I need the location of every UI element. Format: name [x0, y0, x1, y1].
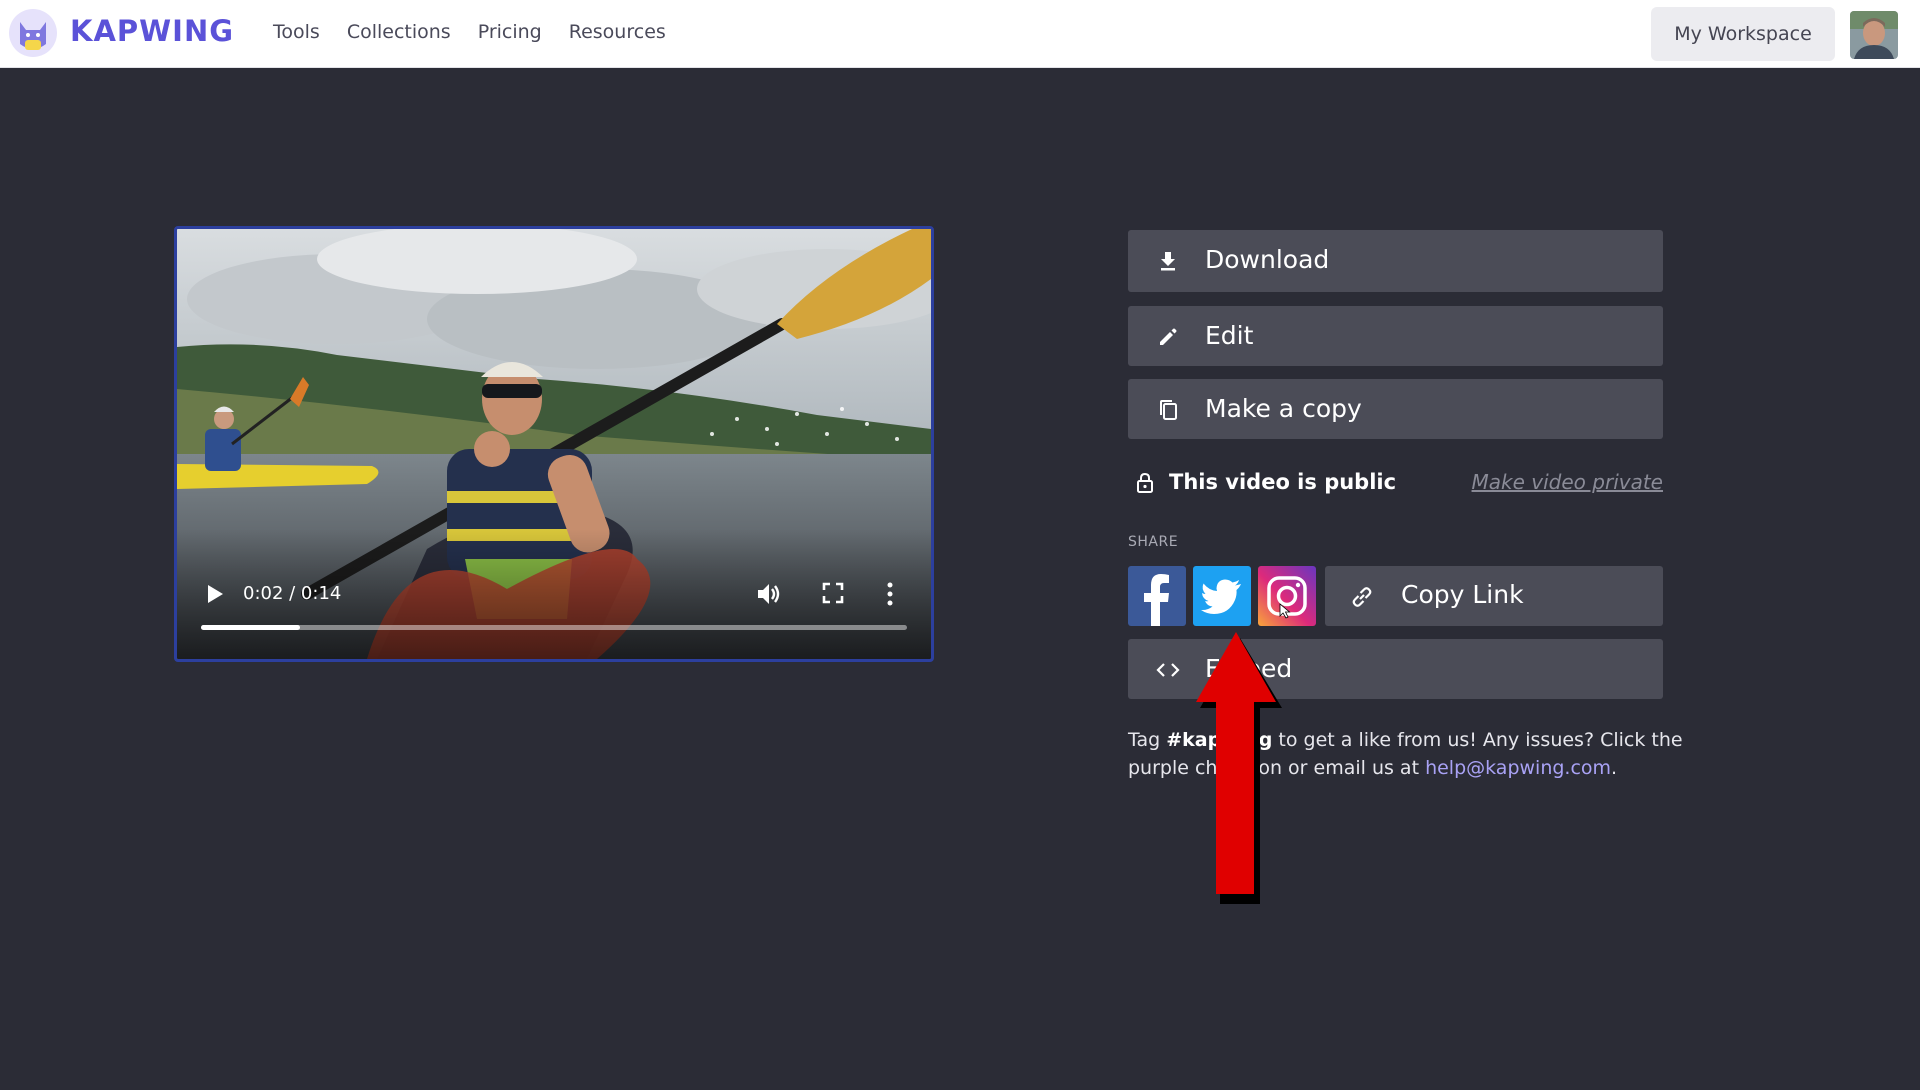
make-copy-button[interactable]: Make a copy [1128, 379, 1663, 439]
download-label: Download [1205, 245, 1330, 274]
twitter-share-button[interactable] [1193, 566, 1251, 626]
pencil-icon [1160, 328, 1177, 345]
code-icon [1156, 663, 1180, 677]
top-navigation-bar: KAPWING Tools Collections Pricing Resour… [0, 0, 1920, 68]
twitter-icon [1201, 579, 1241, 614]
edit-button[interactable]: Edit [1128, 306, 1663, 366]
edit-label: Edit [1205, 321, 1254, 350]
user-avatar[interactable] [1850, 11, 1898, 59]
my-workspace-button[interactable]: My Workspace [1651, 7, 1835, 61]
copy-link-label: Copy Link [1401, 580, 1524, 609]
copy-link-button[interactable]: Copy Link [1325, 566, 1663, 626]
share-heading: SHARE [1128, 534, 1179, 550]
help-text-prefix: Tag [1128, 729, 1167, 751]
help-text-period: . [1611, 757, 1618, 779]
support-email-link[interactable]: help@kapwing.com [1425, 757, 1611, 779]
help-text: Tag #kapwing to get a like from us! Any … [1128, 726, 1688, 782]
main-nav: Tools Collections Pricing Resources [273, 21, 666, 43]
hashtag: #kapwing [1166, 729, 1273, 751]
instagram-icon [1258, 566, 1316, 626]
video-player[interactable]: 0:02 / 0:14 [174, 226, 934, 662]
facebook-icon [1144, 574, 1169, 626]
play-icon[interactable] [205, 583, 225, 605]
brand-name[interactable]: KAPWING [70, 14, 234, 48]
lock-icon [1137, 472, 1153, 493]
make-private-link[interactable]: Make video private [1472, 470, 1663, 494]
copy-icon [1160, 400, 1177, 420]
nav-collections[interactable]: Collections [347, 21, 451, 43]
help-text-line1: to get a like from us! Any issues? Click… [1272, 729, 1683, 751]
help-text-line2: purple chat icon or email us at [1128, 757, 1426, 779]
kapwing-logo-icon[interactable] [8, 8, 58, 58]
make-copy-label: Make a copy [1205, 394, 1362, 423]
video-progress-fill [201, 625, 300, 630]
nav-resources[interactable]: Resources [569, 21, 666, 43]
embed-label: Embed [1205, 654, 1293, 683]
link-icon [1352, 587, 1372, 607]
download-icon [1161, 252, 1175, 271]
visibility-row: This video is public Make video private [1128, 466, 1663, 500]
more-options-icon[interactable] [885, 581, 895, 607]
instagram-share-button[interactable] [1258, 566, 1316, 626]
nav-tools[interactable]: Tools [273, 21, 320, 43]
video-time: 0:02 / 0:14 [243, 583, 342, 604]
video-progress-bar[interactable] [201, 625, 907, 630]
embed-button[interactable]: Embed [1128, 639, 1663, 699]
volume-icon[interactable] [755, 581, 781, 607]
fullscreen-icon[interactable] [821, 581, 845, 605]
download-button[interactable]: Download [1128, 230, 1663, 292]
nav-pricing[interactable]: Pricing [478, 21, 542, 43]
visibility-status: This video is public [1169, 470, 1397, 494]
facebook-share-button[interactable] [1128, 566, 1186, 626]
